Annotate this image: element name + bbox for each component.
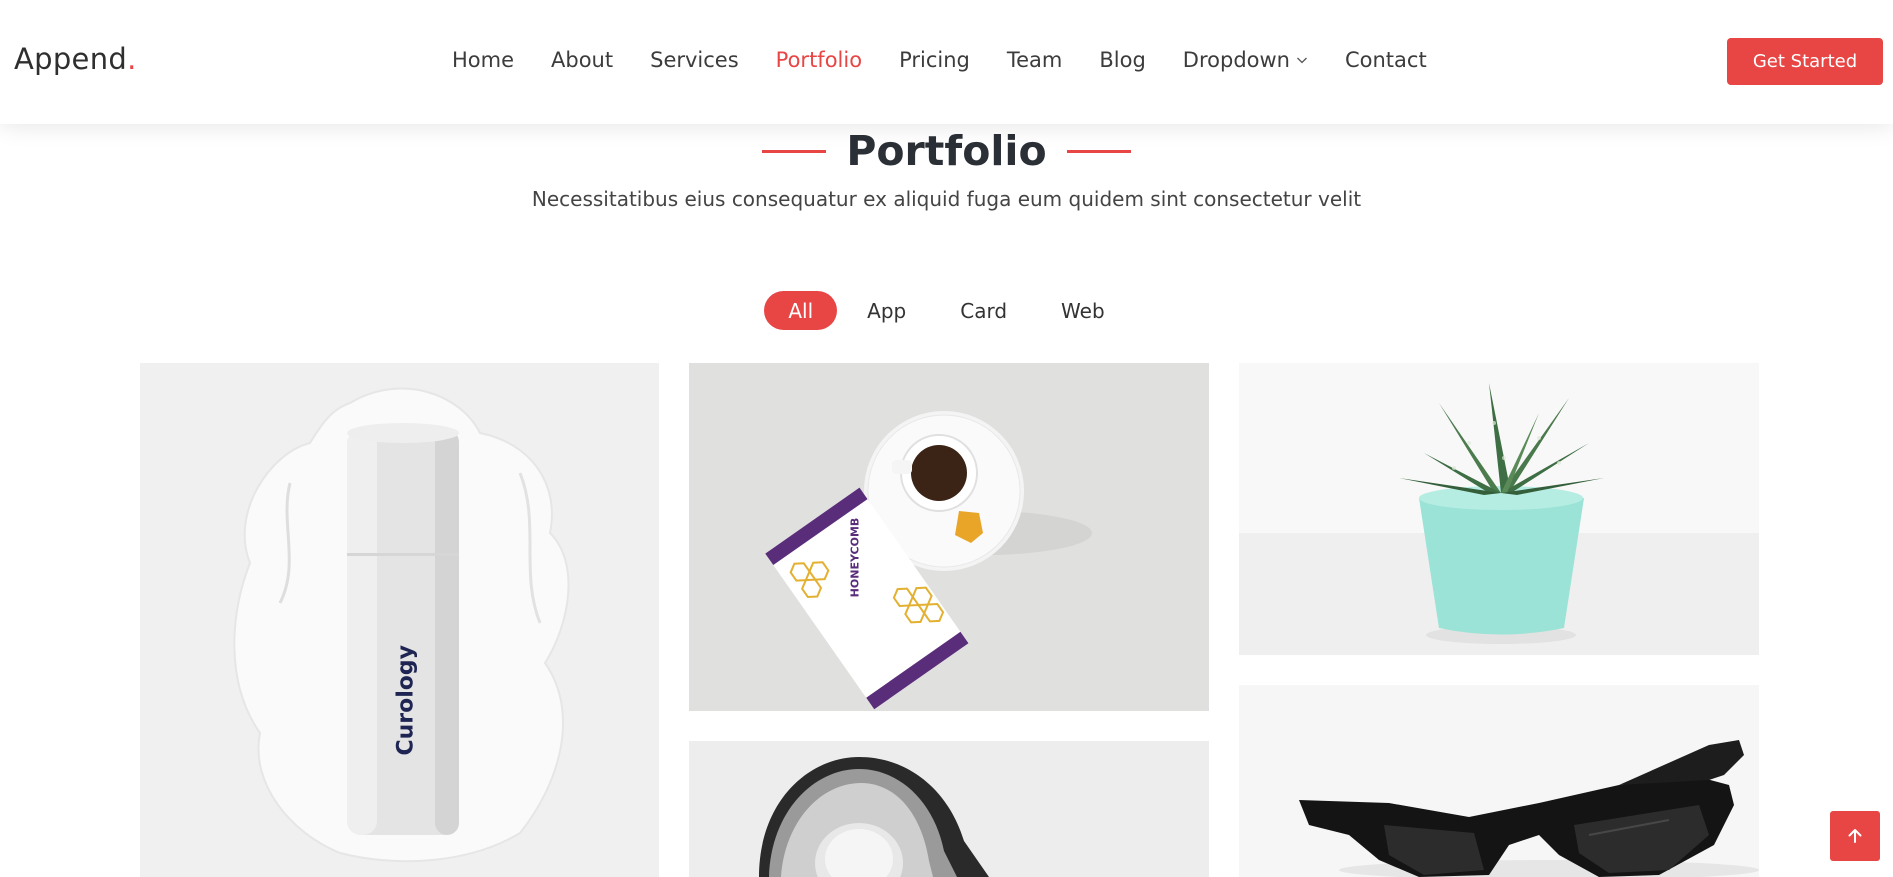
portfolio-item-lamp[interactable] bbox=[689, 741, 1209, 877]
logo-text: Append bbox=[14, 42, 128, 76]
main-nav: Home About Services Portfolio Pricing Te… bbox=[452, 48, 1464, 72]
get-started-button[interactable]: Get Started bbox=[1727, 38, 1883, 85]
pendant-lamp-image bbox=[689, 741, 1209, 877]
logo-dot: . bbox=[127, 42, 137, 76]
nav-about[interactable]: About bbox=[551, 48, 613, 72]
portfolio-item-sunglasses[interactable] bbox=[1239, 685, 1759, 877]
skincare-bottle-image bbox=[140, 363, 659, 877]
nav-contact[interactable]: Contact bbox=[1345, 48, 1427, 72]
section-heading: Portfolio bbox=[0, 126, 1893, 176]
portfolio-item-succulent[interactable] bbox=[1239, 363, 1759, 655]
portfolio-item-honeycomb[interactable]: HONEYCOMB bbox=[689, 363, 1209, 711]
section-title: Portfolio bbox=[846, 127, 1047, 175]
black-sunglasses-image bbox=[1239, 685, 1759, 877]
chevron-down-icon bbox=[1297, 57, 1307, 64]
nav-portfolio[interactable]: Portfolio bbox=[776, 48, 862, 72]
portfolio-item-skincare[interactable]: Curology bbox=[140, 363, 659, 877]
package-brand-label: HONEYCOMB bbox=[848, 517, 862, 598]
filter-web[interactable]: Web bbox=[1037, 291, 1129, 330]
site-header: Append. Home About Services Portfolio Pr… bbox=[0, 0, 1893, 124]
honeycomb-tea-image bbox=[689, 363, 1209, 711]
logo[interactable]: Append. bbox=[14, 42, 137, 76]
portfolio-filters: All App Card Web bbox=[0, 291, 1893, 330]
filter-app[interactable]: App bbox=[843, 291, 930, 330]
arrow-up-icon bbox=[1848, 829, 1862, 843]
filter-card[interactable]: Card bbox=[936, 291, 1031, 330]
nav-services[interactable]: Services bbox=[650, 48, 739, 72]
potted-succulent-image bbox=[1239, 363, 1759, 655]
nav-dropdown[interactable]: Dropdown bbox=[1183, 48, 1308, 72]
title-divider-right bbox=[1066, 149, 1131, 153]
nav-pricing[interactable]: Pricing bbox=[899, 48, 970, 72]
title-divider-left bbox=[762, 149, 827, 153]
filter-all[interactable]: All bbox=[764, 291, 838, 330]
nav-blog[interactable]: Blog bbox=[1099, 48, 1145, 72]
section-subtitle: Necessitatibus eius consequatur ex aliqu… bbox=[531, 187, 1362, 211]
nav-team[interactable]: Team bbox=[1007, 48, 1063, 72]
nav-home[interactable]: Home bbox=[452, 48, 514, 72]
nav-dropdown-label: Dropdown bbox=[1182, 48, 1290, 72]
back-to-top-button[interactable] bbox=[1830, 811, 1880, 861]
bottle-brand-label: Curology bbox=[393, 644, 419, 756]
